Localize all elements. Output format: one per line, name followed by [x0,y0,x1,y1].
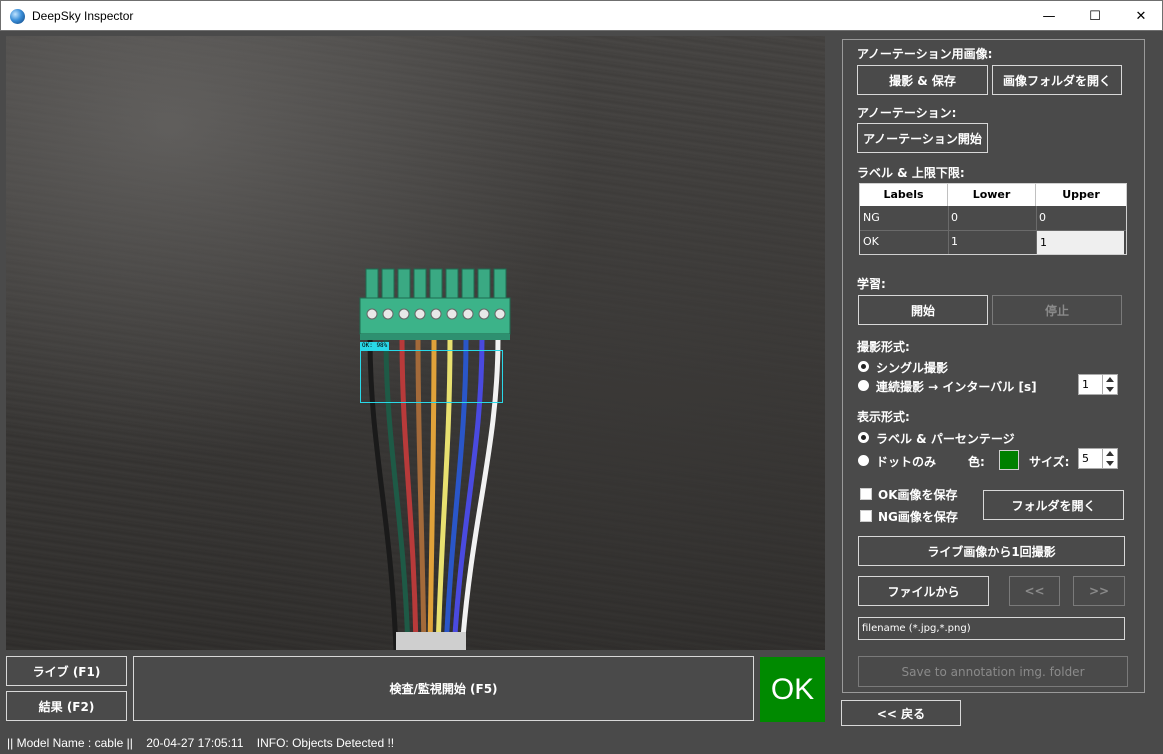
ok-result-indicator: OK [760,657,825,722]
status-info: INFO: Objects Detected !! [256,736,395,750]
dots-only-radio[interactable] [858,455,869,466]
label-limits-label: ラベル & 上限下限: [857,166,965,180]
color-label: 色: [968,455,985,469]
table-cell[interactable]: 0 [1036,206,1046,230]
size-value: 5 [1082,452,1089,465]
interval-stepper[interactable]: 1 [1078,374,1118,395]
prev-file-button[interactable]: << [1009,576,1060,606]
start-inspection-button[interactable]: 検査/監視開始 (F5) [133,656,754,721]
spin-up-icon[interactable] [1106,377,1114,382]
open-image-folder-button[interactable]: 画像フォルダを開く [992,65,1122,95]
app-globe-icon [10,9,25,24]
label-percent-label: ラベル & パーセンテージ [876,432,1015,446]
save-ng-checkbox[interactable] [860,510,872,522]
annotation-label: アノーテーション: [857,106,957,120]
size-label: サイズ: [1029,455,1070,469]
continuous-capture-label: 連続撮影 → インターバル [s] [876,380,1037,394]
display-mode-label: 表示形式: [857,410,910,424]
table-cell-editing[interactable]: 1 [1037,231,1124,254]
learning-stop-button[interactable]: 停止 [992,295,1122,325]
column-header-lower[interactable]: Lower [948,184,1036,206]
table-cell[interactable]: 1 [948,230,958,254]
table-cell[interactable]: 0 [948,206,958,230]
window-title: DeepSky Inspector [32,9,134,23]
maximize-icon[interactable]: ☐ [1072,1,1118,31]
live-button[interactable]: ライブ (F1) [6,656,127,686]
single-capture-label: シングル撮影 [876,361,949,375]
filename-input[interactable]: filename (*.jpg,*.png) [858,617,1125,640]
cable-connector-image [359,268,511,650]
camera-view: OK: 98% [6,36,825,650]
learning-start-button[interactable]: 開始 [858,295,988,325]
learning-label: 学習: [857,277,886,291]
capture-once-button[interactable]: ライブ画像から1回撮影 [858,536,1125,566]
color-swatch[interactable] [999,450,1019,470]
save-ok-label: OK画像を保存 [878,488,958,502]
table-cell[interactable]: NG [860,206,880,230]
spin-up-icon[interactable] [1106,451,1114,456]
title-bar: DeepSky Inspector — ☐ ✕ [0,0,1163,31]
spin-down-icon[interactable] [1106,387,1114,392]
column-header-labels[interactable]: Labels [860,184,948,206]
capture-mode-label: 撮影形式: [857,340,910,354]
single-capture-radio[interactable] [858,361,869,372]
back-button[interactable]: << 戻る [841,700,961,726]
interval-value: 1 [1082,378,1089,391]
save-annotation-button[interactable]: Save to annotation img. folder [858,656,1128,687]
size-stepper[interactable]: 5 [1078,448,1118,469]
from-file-button[interactable]: ファイルから [858,576,989,606]
start-annotation-button[interactable]: アノーテーション開始 [857,123,988,153]
open-folder-button[interactable]: フォルダを開く [983,490,1124,520]
status-time: 20-04-27 17:05:11 [146,736,244,750]
capture-save-button[interactable]: 撮影 & 保存 [857,65,988,95]
continuous-capture-radio[interactable] [858,380,869,391]
detection-box [360,350,503,403]
status-bar: || Model Name : cable || 20-04-27 17:05:… [0,733,1163,754]
dots-only-label: ドットのみ [876,455,937,469]
close-icon[interactable]: ✕ [1118,1,1163,31]
column-header-upper[interactable]: Upper [1036,184,1126,206]
detection-label: OK: 98% [360,342,390,350]
spin-down-icon[interactable] [1106,461,1114,466]
table-cell[interactable]: OK [860,230,879,254]
save-ok-checkbox[interactable] [860,488,872,500]
label-percent-radio[interactable] [858,432,869,443]
label-limits-table: Labels Lower Upper NG 0 0 OK 1 1 [859,183,1127,255]
save-ng-label: NG画像を保存 [878,510,958,524]
next-file-button[interactable]: >> [1073,576,1125,606]
annotation-images-label: アノーテーション用画像: [857,47,993,61]
result-button[interactable]: 結果 (F2) [6,691,127,721]
status-model: || Model Name : cable || [7,736,133,750]
minimize-icon[interactable]: — [1026,1,1072,31]
